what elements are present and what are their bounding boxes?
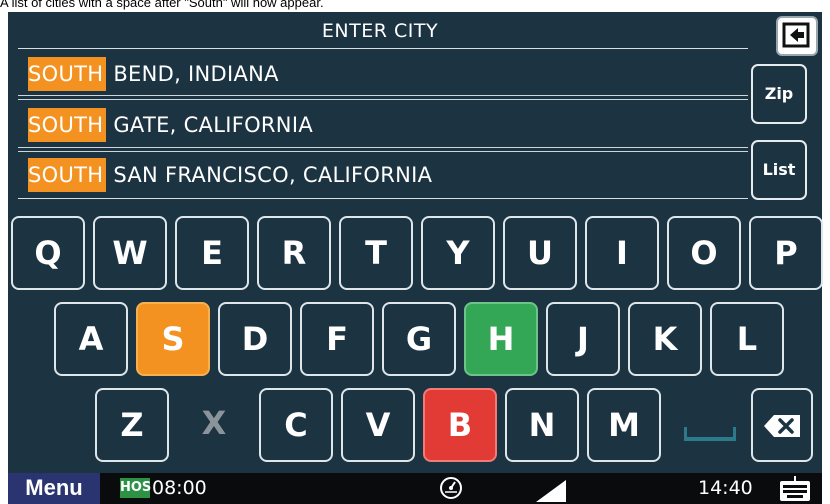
key-e[interactable]: E — [175, 216, 249, 290]
key-p[interactable]: P — [749, 216, 823, 290]
backspace-icon — [764, 415, 800, 437]
key-v[interactable]: V — [341, 388, 415, 462]
key-h[interactable]: H — [464, 302, 538, 376]
city-name-rest: SAN FRANCISCO, CALIFORNIA — [106, 163, 433, 187]
keyboard-icon[interactable] — [778, 475, 812, 503]
key-u[interactable]: U — [503, 216, 577, 290]
city-match-highlight: SOUTH — [28, 108, 107, 142]
hos-time: 08:00 — [152, 477, 207, 499]
signal-icon — [536, 480, 566, 502]
key-o[interactable]: O — [667, 216, 741, 290]
backspace-button[interactable] — [751, 388, 813, 462]
instruction-caption: A list of cities with a space after "Sou… — [0, 0, 324, 10]
key-c[interactable]: C — [259, 388, 333, 462]
city-name-rest: BEND, INDIANA — [106, 62, 279, 86]
list-button[interactable]: List — [751, 140, 807, 200]
key-d[interactable]: D — [218, 302, 292, 376]
key-f[interactable]: F — [300, 302, 374, 376]
status-bar: Menu HOS 08:00 14:40 — [8, 473, 822, 504]
key-r[interactable]: R — [257, 216, 331, 290]
key-z[interactable]: Z — [95, 388, 169, 462]
key-k[interactable]: K — [628, 302, 702, 376]
key-j[interactable]: J — [546, 302, 620, 376]
key-x-disabled: X — [201, 404, 227, 442]
city-list-item[interactable]: SOUTH BEND, INDIANA — [28, 57, 748, 91]
navigation-screen: ENTER CITY SOUTH BEND, INDIANA SOUTH GAT… — [8, 12, 823, 504]
list-bottom-divider — [18, 198, 748, 199]
key-m[interactable]: M — [587, 388, 661, 462]
key-y[interactable]: Y — [421, 216, 495, 290]
clock: 14:40 — [698, 477, 753, 499]
key-l[interactable]: L — [710, 302, 784, 376]
key-n[interactable]: N — [505, 388, 579, 462]
zip-button[interactable]: Zip — [751, 64, 807, 124]
title-divider — [18, 48, 748, 49]
city-match-highlight: SOUTH — [28, 57, 107, 91]
city-match-highlight: SOUTH — [28, 158, 107, 192]
hos-badge[interactable]: HOS — [120, 478, 151, 498]
key-i[interactable]: I — [585, 216, 659, 290]
city-name-rest: GATE, CALIFORNIA — [106, 113, 313, 137]
city-list-item[interactable]: SOUTH SAN FRANCISCO, CALIFORNIA — [28, 158, 748, 192]
key-s[interactable]: S — [136, 302, 210, 376]
row-divider — [18, 95, 748, 100]
key-w[interactable]: W — [93, 216, 167, 290]
back-button[interactable] — [776, 16, 818, 56]
key-b[interactable]: B — [423, 388, 497, 462]
key-a[interactable]: A — [54, 302, 128, 376]
menu-button[interactable]: Menu — [8, 473, 100, 504]
key-t[interactable]: T — [339, 216, 413, 290]
space-icon[interactable] — [684, 427, 736, 441]
key-g[interactable]: G — [382, 302, 456, 376]
speedometer-icon[interactable] — [438, 475, 464, 501]
row-divider — [18, 147, 748, 152]
city-list-item[interactable]: SOUTH GATE, CALIFORNIA — [28, 108, 748, 142]
back-arrow-icon — [782, 22, 810, 48]
page-title: ENTER CITY — [321, 20, 439, 42]
key-q[interactable]: Q — [11, 216, 85, 290]
